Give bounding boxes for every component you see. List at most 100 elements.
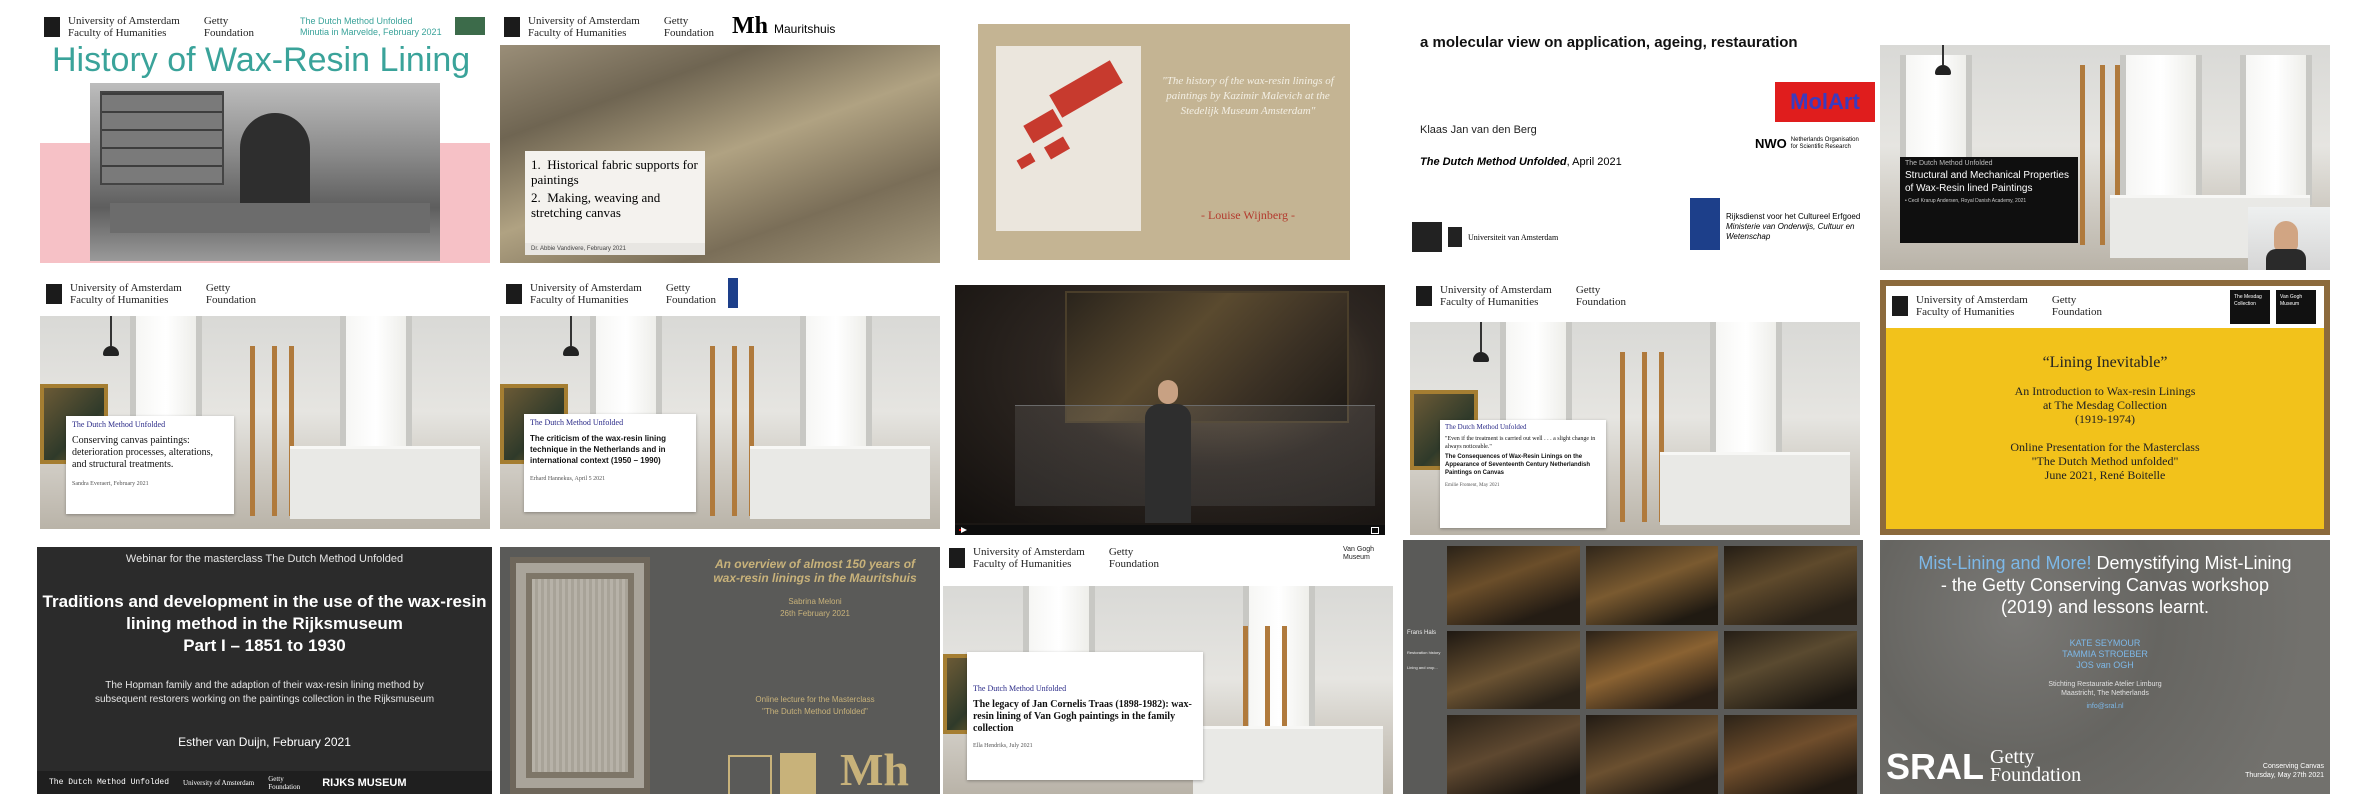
group-portrait [1447,546,1580,625]
speaker-name: Klaas Jan van den Berg [1420,124,1537,136]
slide-title: “Lining Inevitable” [2042,354,2168,371]
header-event-name: The Dutch Method Unfolded [300,16,413,26]
title-card: The Dutch Method Unfolded Conserving can… [66,416,234,514]
video-thumbnail-criticism-wax-resin[interactable]: University of Amsterdam Faculty of Humani… [500,274,940,529]
slide-headline: a molecular view on application, ageing,… [1420,34,1798,51]
card-kicker: The Dutch Method Unfolded [530,418,624,427]
uva-crest-icon [46,284,62,304]
speaker-avatar [2274,221,2298,251]
title-line: - the Getty Conserving Canvas workshop [1940,575,2270,595]
header-logo-icon [455,17,485,35]
workshop-shelves [100,91,224,185]
thumbnail-header: University of Amsterdam Faculty of Humani… [1416,284,1636,308]
uva-crest-icon [1892,296,1908,316]
red-block [1016,152,1036,170]
thumbnail-header: University of Amsterdam Faculty of Humani… [44,15,264,39]
title-highlight: Mist-Lining and More! [1918,553,2092,573]
subtitle-line: Online Presentation for the Masterclass [2010,440,2200,454]
thumbnail-header: University of Amsterdam Faculty of Humani… [504,15,724,39]
video-thumbnail-molecular-view[interactable]: a molecular view on application, ageing,… [1410,20,1880,265]
email-link[interactable]: info@sral.nl [1880,702,2330,711]
video-thumbnail-mauritshuis-overview[interactable]: An overview of almost 150 years of wax-r… [500,547,940,794]
header-faculty: Faculty of Humanities [1916,306,2015,318]
red-block [1049,60,1123,118]
footer-bar: The Dutch Method Unfolded University of … [37,771,492,794]
video-thumbnail-historical-fabric-supports[interactable]: University of Amsterdam Faculty of Humani… [500,11,940,263]
speaker-name: Sabrina Meloni [788,597,842,606]
video-thumbnail-structural-mechanical[interactable]: The Dutch Method Unfolded Structural and… [1880,45,2330,270]
sral-logo: SRAL [1886,746,1984,787]
card-author-text: Cecil Krarup Andersen, Royal Danish Acad… [1908,198,2027,204]
slide-title: Mist-Lining and More! Demystifying Mist-… [1880,552,2330,618]
uva-crest-icon [1412,222,1442,252]
video-thumbnail-frans-hals[interactable]: Frans Hals Restoration history Lining an… [1403,540,1863,794]
play-icon[interactable] [961,527,967,533]
mauritshuis-logo: Mh [840,744,909,794]
footer-uva: University of Amsterdam [183,778,255,787]
slide-title: Traditions and development in the use of… [37,591,492,657]
subtitle-line: at The Mesdag Collection [2042,398,2168,412]
title-card: The Dutch Method Unfolded The criticism … [524,414,696,512]
subtitle-line: (1919-1974) [2075,412,2135,426]
header-getty: Getty Foundation [203,15,254,39]
caption-title: Frans Hals [1407,630,1437,636]
getty-logo-icon [728,755,772,794]
mauritshuis-logo: Mh Mauritshuis [732,13,835,40]
vgm-logo: Van Gogh Museum [1343,546,1375,561]
thumbnail-header: University of Amsterdam Faculty of Humani… [506,282,726,306]
malevich-painting [996,46,1141,231]
speaker-figure [1145,380,1191,523]
thumbnail-header: University of Amsterdam Faculty of Humani… [949,546,1169,570]
crown-logo-icon [780,753,816,794]
event-line: The Dutch Method Unfolded, April 2021 [1420,156,1622,168]
video-thumbnail-lining-inevitable[interactable]: University of Amsterdam Faculty of Humani… [1880,280,2330,535]
slide-subtitle: An Introduction to Wax-resin Linings at … [1886,384,2324,482]
title-line: Part I – 1851 to 1930 [183,636,346,655]
video-thumbnail-malevich-linings[interactable]: "The history of the wax-resin linings of… [978,24,1350,260]
header-getty: Getty Foundation [663,15,714,39]
video-progress-bar[interactable] [955,525,1385,535]
title-line: Traditions and development in the use of… [42,592,487,611]
author-name: JOS van OGH [2076,660,2134,670]
group-portrait [1447,715,1580,794]
video-thumbnail-conserving-canvas[interactable]: University of Amsterdam Faculty of Humani… [40,274,490,529]
group-portrait [1724,630,1857,710]
header-getty: Getty Foundation [1575,284,1626,308]
org-line: Maastricht, The Netherlands [2061,690,2149,697]
speaker-webcam [2248,207,2330,270]
org-line: Stichting Restauratie Atelier Limburg [2048,681,2162,688]
molart-logo: MolArt [1775,82,1875,122]
card-quote: "Even if the treatment is carried out we… [1445,436,1596,450]
footer-rijksmuseum: RIJKS MUSEUM [322,776,407,789]
rce-crest-icon [1690,198,1720,250]
video-thumbnail-mist-lining[interactable]: Mist-Lining and More! Demystifying Mist-… [1880,540,2330,794]
header-faculty: Faculty of Humanities [973,558,1072,570]
header-event: The Dutch Method Unfolded Minutia in Mar… [300,16,442,38]
header-getty: Getty Foundation [205,282,256,306]
fullscreen-icon[interactable] [1371,527,1379,534]
text-card: 1. Historical fabric supports for painti… [525,151,705,243]
event-footer-line: Conserving Canvas [2262,763,2324,770]
event-footer-line: Thursday, May 27th 2021 [2245,772,2324,779]
header-university: University of Amsterdam [70,282,182,294]
title-line: lining method in the Rijksmuseum [126,614,403,633]
uva-crest-icon [44,17,60,37]
header-getty: Getty Foundation [665,282,716,306]
description-line: The Hopman family and the adaption of th… [105,680,424,691]
card-title: The legacy of Jan Cornelis Traas (1898-1… [973,699,1192,734]
subtitle-line: June 2021, René Boitelle [2044,468,2166,482]
rce-ministry: Ministerie van Onderwijs, Cultuur en Wet… [1726,222,1855,241]
vgm-logo: Van Gogh Museum [2276,290,2316,324]
red-block [1023,108,1063,144]
lecture-author: - Louise Wijnberg - [1200,208,1296,222]
event-footer: Conserving Canvas Thursday, May 27th 202… [2210,762,2324,780]
video-thumbnail-legacy-traas[interactable]: University of Amsterdam Faculty of Humani… [943,540,1393,794]
video-thumbnail-rijksmuseum-speaker[interactable] [955,285,1385,535]
video-thumbnail-traditions-rijksmuseum[interactable]: Webinar for the masterclass The Dutch Me… [37,547,492,794]
footer-getty: Getty Foundation [268,774,301,791]
archive-photo [90,83,440,261]
video-thumbnail-history-wax-resin-lining[interactable]: University of Amsterdam Faculty of Humani… [40,11,490,263]
card-author: • Cecil Krarup Andersen, Royal Danish Ac… [1905,198,2027,204]
video-thumbnail-consequences-wax-resin[interactable]: University of Amsterdam Faculty of Humani… [1410,280,1860,535]
display-case [1015,405,1375,506]
